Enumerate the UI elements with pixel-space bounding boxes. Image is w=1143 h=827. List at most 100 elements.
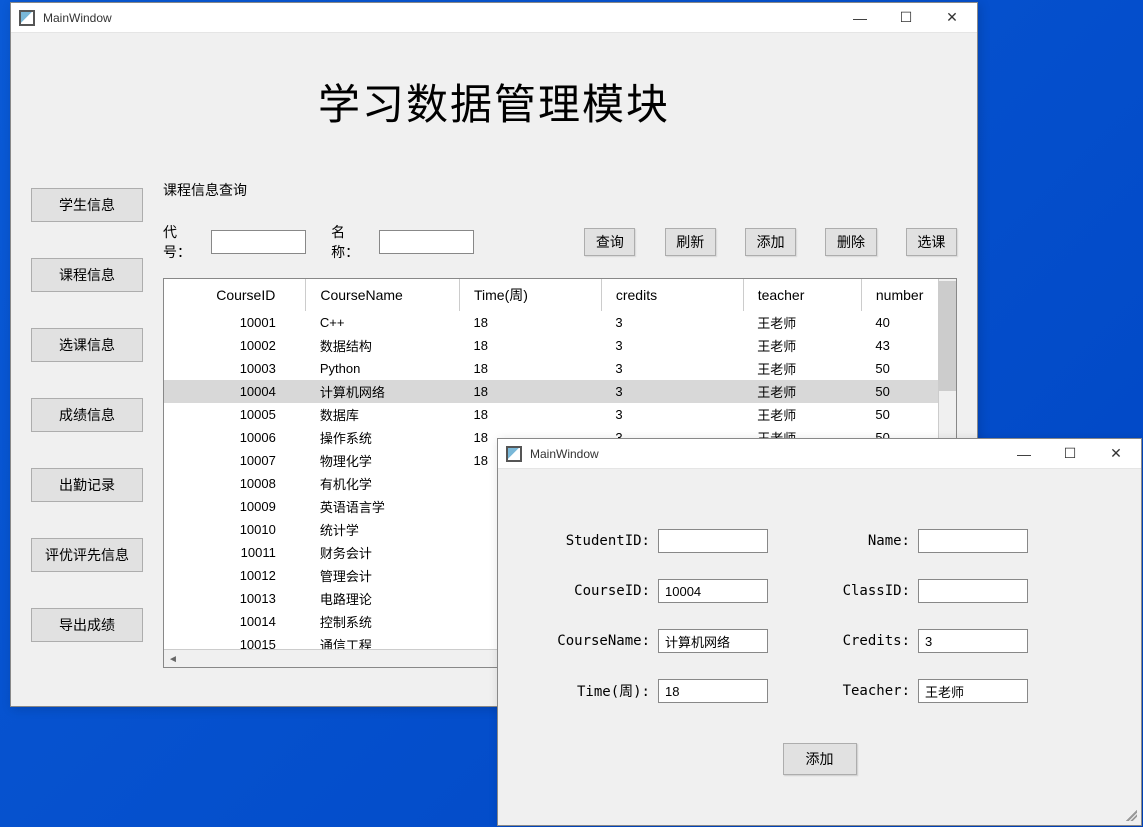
table-cell: 10010 (164, 518, 306, 541)
name-field-label: Name: (828, 533, 918, 549)
table-row[interactable]: 10001C++183王老师40 (164, 311, 956, 334)
table-cell: 18 (460, 334, 602, 357)
sidebar-item-selection-info[interactable]: 选课信息 (31, 328, 143, 362)
query-row: 代号： 名称： 查询 刷新 添加 删除 选课 (163, 222, 957, 262)
table-cell: 10011 (164, 541, 306, 564)
sidebar-item-attendance[interactable]: 出勤记录 (31, 468, 143, 502)
table-cell: 3 (601, 357, 743, 380)
table-cell: Python (306, 357, 460, 380)
main-titlebar[interactable]: MainWindow — ☐ ✕ (11, 3, 977, 33)
time-field[interactable] (658, 679, 768, 703)
class-id-label: ClassID: (828, 583, 918, 599)
dialog-minimize-button[interactable]: — (1001, 439, 1047, 469)
refresh-button[interactable]: 刷新 (665, 228, 716, 256)
sidebar-item-grade-info[interactable]: 成绩信息 (31, 398, 143, 432)
table-cell: 王老师 (743, 357, 861, 380)
table-cell: 18 (460, 357, 602, 380)
table-cell: 10006 (164, 426, 306, 449)
course-name-field[interactable] (658, 629, 768, 653)
time-label: Time(周): (538, 681, 658, 701)
table-cell: 3 (601, 334, 743, 357)
table-cell: 王老师 (743, 334, 861, 357)
table-cell: 电路理论 (306, 587, 460, 610)
select-course-button[interactable]: 选课 (906, 228, 957, 256)
table-cell: 10005 (164, 403, 306, 426)
teacher-label: Teacher: (828, 683, 918, 699)
course-id-field[interactable] (658, 579, 768, 603)
sidebar-item-awards[interactable]: 评优评先信息 (31, 538, 143, 572)
course-id-label: CourseID: (538, 583, 658, 599)
dialog-resize-grip-icon[interactable] (1123, 807, 1137, 821)
table-cell: 10001 (164, 311, 306, 334)
table-row[interactable]: 10003Python183王老师50 (164, 357, 956, 380)
table-cell: 10015 (164, 633, 306, 649)
main-window-title: MainWindow (43, 11, 837, 25)
dialog-add-button[interactable]: 添加 (783, 743, 857, 775)
col-course-id[interactable]: CourseID (164, 279, 306, 311)
search-button[interactable]: 查询 (584, 228, 635, 256)
section-title: 课程信息查询 (163, 180, 957, 200)
table-cell: 3 (601, 380, 743, 403)
dialog-close-button[interactable]: ✕ (1093, 439, 1139, 469)
table-cell: 10002 (164, 334, 306, 357)
table-cell: 王老师 (743, 403, 861, 426)
table-cell: C++ (306, 311, 460, 334)
app-icon (19, 10, 35, 26)
code-input[interactable] (211, 230, 306, 254)
student-id-label: StudentID: (538, 533, 658, 549)
sidebar: 学生信息 课程信息 选课信息 成绩信息 出勤记录 评优评先信息 导出成绩 (31, 180, 143, 668)
table-header-row: CourseID CourseName Time(周) credits teac… (164, 279, 956, 311)
table-cell: 数据库 (306, 403, 460, 426)
table-cell: 有机化学 (306, 472, 460, 495)
delete-button[interactable]: 删除 (825, 228, 876, 256)
name-field[interactable] (918, 529, 1028, 553)
scroll-left-icon[interactable]: ◄ (164, 650, 182, 668)
table-cell: 18 (460, 403, 602, 426)
table-cell: 数据结构 (306, 334, 460, 357)
col-credits[interactable]: credits (601, 279, 743, 311)
table-cell: 管理会计 (306, 564, 460, 587)
minimize-button[interactable]: — (837, 3, 883, 33)
dialog-window: MainWindow — ☐ ✕ StudentID: Name: Course… (497, 438, 1142, 826)
maximize-button[interactable]: ☐ (883, 3, 929, 33)
table-cell: 财务会计 (306, 541, 460, 564)
sidebar-item-export-grades[interactable]: 导出成绩 (31, 608, 143, 642)
table-cell: 10009 (164, 495, 306, 518)
table-cell: 10004 (164, 380, 306, 403)
table-row[interactable]: 10005数据库183王老师50 (164, 403, 956, 426)
table-cell: 通信工程 (306, 633, 460, 649)
dialog-maximize-button[interactable]: ☐ (1047, 439, 1093, 469)
table-cell: 10007 (164, 449, 306, 472)
col-course-name[interactable]: CourseName (306, 279, 460, 311)
credits-field[interactable] (918, 629, 1028, 653)
close-button[interactable]: ✕ (929, 3, 975, 33)
table-cell: 控制系统 (306, 610, 460, 633)
sidebar-item-course-info[interactable]: 课程信息 (31, 258, 143, 292)
table-row[interactable]: 10002数据结构183王老师43 (164, 334, 956, 357)
name-label: 名称： (331, 222, 371, 262)
table-cell: 计算机网络 (306, 380, 460, 403)
table-cell: 王老师 (743, 311, 861, 334)
table-cell: 10003 (164, 357, 306, 380)
table-cell: 3 (601, 311, 743, 334)
student-id-field[interactable] (658, 529, 768, 553)
dialog-titlebar[interactable]: MainWindow — ☐ ✕ (498, 439, 1141, 469)
page-title: 学习数据管理模块 (21, 43, 967, 180)
scroll-thumb[interactable] (939, 281, 956, 391)
table-cell: 18 (460, 311, 602, 334)
sidebar-item-student-info[interactable]: 学生信息 (31, 188, 143, 222)
table-cell: 操作系统 (306, 426, 460, 449)
add-button[interactable]: 添加 (745, 228, 796, 256)
col-teacher[interactable]: teacher (743, 279, 861, 311)
class-id-field[interactable] (918, 579, 1028, 603)
table-cell: 3 (601, 403, 743, 426)
name-input[interactable] (379, 230, 474, 254)
dialog-window-title: MainWindow (530, 447, 1001, 461)
table-cell: 10013 (164, 587, 306, 610)
teacher-field[interactable] (918, 679, 1028, 703)
code-label: 代号： (163, 222, 203, 262)
col-time[interactable]: Time(周) (460, 279, 602, 311)
table-row[interactable]: 10004计算机网络183王老师50 (164, 380, 956, 403)
table-cell: 王老师 (743, 380, 861, 403)
app-icon (506, 446, 522, 462)
